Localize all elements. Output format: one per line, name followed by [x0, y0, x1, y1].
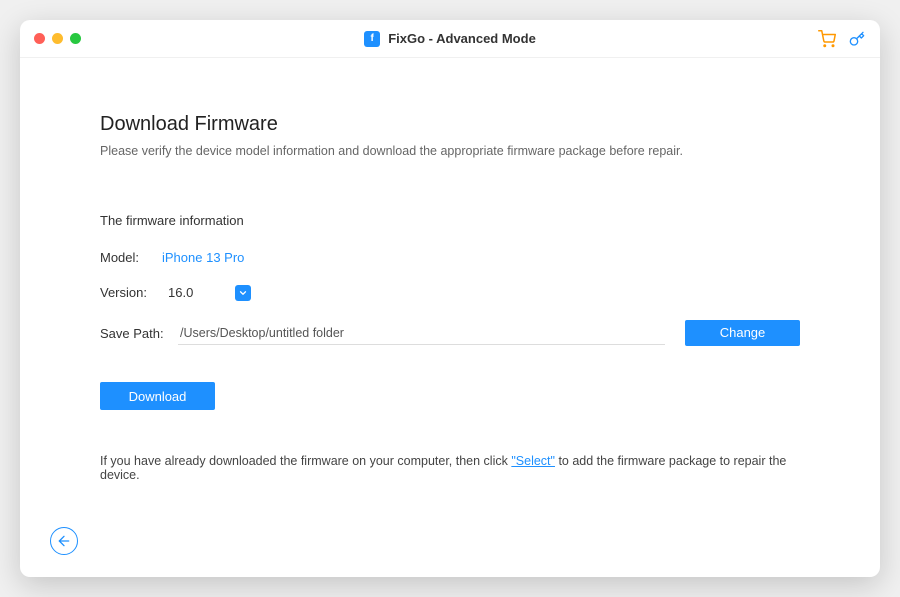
title-right	[818, 30, 866, 48]
footnote-prefix: If you have already downloaded the firmw…	[100, 454, 511, 468]
arrow-left-icon	[56, 533, 72, 549]
savepath-input[interactable]	[178, 322, 665, 345]
model-row: Model: iPhone 13 Pro	[100, 250, 800, 265]
version-row: Version: 16.0	[100, 283, 800, 302]
footnote: If you have already downloaded the firmw…	[100, 454, 800, 482]
maximize-window-button[interactable]	[70, 33, 81, 44]
window-title: FixGo - Advanced Mode	[388, 31, 536, 46]
page-heading: Download Firmware	[100, 113, 800, 136]
main-content: Download Firmware Please verify the devi…	[20, 58, 880, 410]
version-value: 16.0	[164, 283, 229, 302]
download-button[interactable]: Download	[100, 382, 215, 410]
change-button[interactable]: Change	[685, 320, 800, 346]
page-subtitle: Please verify the device model informati…	[100, 144, 800, 158]
minimize-window-button[interactable]	[52, 33, 63, 44]
app-logo-icon: f	[364, 31, 380, 47]
savepath-label: Save Path:	[100, 326, 170, 341]
key-icon[interactable]	[848, 30, 866, 48]
model-label: Model:	[100, 250, 160, 265]
savepath-row: Save Path: Change	[100, 320, 800, 346]
model-value-link[interactable]: iPhone 13 Pro	[162, 250, 244, 265]
close-window-button[interactable]	[34, 33, 45, 44]
chevron-down-icon[interactable]	[235, 285, 251, 301]
titlebar: f FixGo - Advanced Mode	[20, 20, 880, 58]
version-select[interactable]: 16.0	[164, 283, 251, 302]
cart-icon[interactable]	[818, 30, 836, 48]
app-window: f FixGo - Advanced Mode Download Firmwar…	[20, 20, 880, 577]
firmware-info-title: The firmware information	[100, 213, 800, 228]
select-link[interactable]: "Select"	[511, 454, 555, 468]
back-button[interactable]	[50, 527, 78, 555]
window-controls	[34, 33, 81, 44]
title-center: f FixGo - Advanced Mode	[364, 31, 536, 47]
version-label: Version:	[100, 285, 160, 300]
